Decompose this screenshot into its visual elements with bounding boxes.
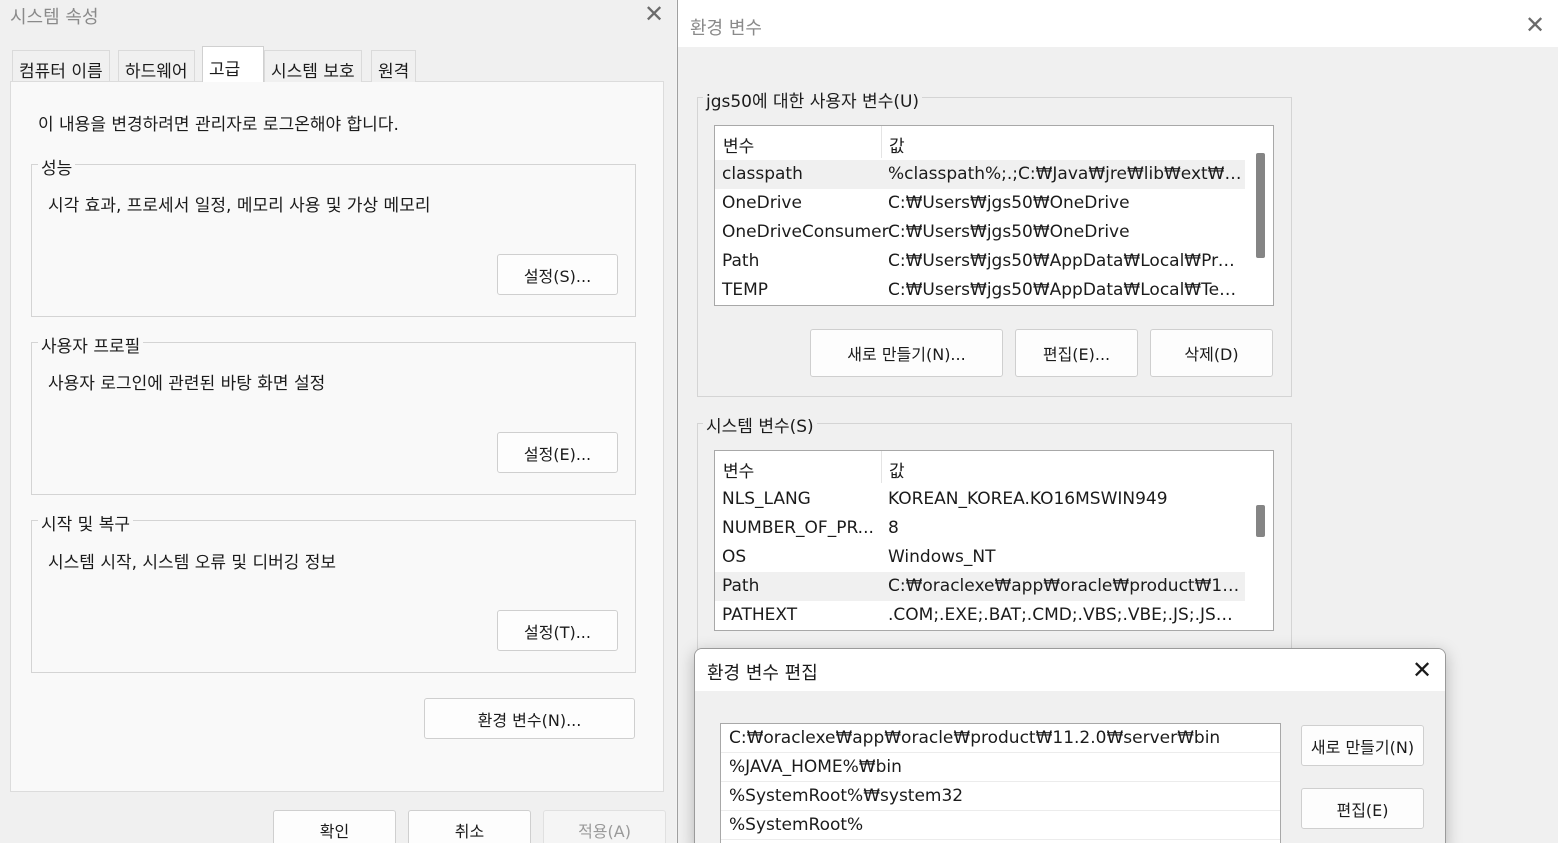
user-variables-legend: jgs50에 대한 사용자 변수(U)	[703, 87, 923, 112]
table-row[interactable]: TEMP C:₩Users₩jgs50₩AppData₩Local₩Temp	[715, 276, 1245, 305]
variable-name: Path	[722, 251, 760, 271]
performance-description: 시각 효과, 프로세서 일정, 메모리 사용 및 가상 메모리	[48, 196, 431, 216]
variable-value: 8	[888, 518, 899, 538]
vertical-scrollbar[interactable]	[1247, 451, 1273, 630]
tab-hardware[interactable]: 하드웨어	[118, 50, 195, 82]
column-header-variable[interactable]: 변수	[723, 132, 754, 157]
close-icon[interactable]: ✕	[1520, 10, 1550, 40]
user-variables-list[interactable]: 변수 값 classpath %classpath%;.;C:₩Java₩jre…	[714, 125, 1274, 306]
list-item[interactable]: %SystemRoot%	[721, 811, 1280, 840]
table-row[interactable]: PATHEXT .COM;.EXE;.BAT;.CMD;.VBS;.VBE;.J…	[715, 601, 1245, 630]
path-edit-button[interactable]: 편집(E)	[1301, 788, 1424, 829]
variable-name: NUMBER_OF_PR...	[722, 518, 874, 538]
list-item[interactable]: %JAVA_HOME%₩bin	[721, 753, 1280, 782]
variable-value: C:₩oraclexe₩app₩oracle₩product₩11.2....	[888, 576, 1242, 596]
path-list[interactable]: C:₩oraclexe₩app₩oracle₩product₩11.2.0₩se…	[720, 723, 1281, 843]
system-properties-window: 시스템 속성 ✕ 컴퓨터 이름 하드웨어 고급 시스템 보호 원격 이 내용을 …	[0, 0, 676, 843]
variable-value: C:₩Users₩jgs50₩AppData₩Local₩Temp	[888, 280, 1242, 300]
tab-advanced[interactable]: 고급	[202, 46, 264, 82]
list-header: 변수 값	[715, 126, 1273, 158]
user-edit-button[interactable]: 편집(E)...	[1015, 329, 1138, 377]
list-item[interactable]: %SystemRoot%₩system32	[721, 782, 1280, 811]
variable-name: OS	[722, 547, 747, 567]
variable-name: OneDriveConsumer	[722, 222, 889, 242]
close-icon[interactable]: ✕	[1407, 655, 1437, 685]
vertical-scrollbar[interactable]	[1247, 126, 1273, 305]
user-profiles-description: 사용자 로그인에 관련된 바탕 화면 설정	[48, 374, 326, 394]
performance-legend: 성능	[38, 154, 76, 179]
variable-name: classpath	[722, 164, 803, 184]
table-row[interactable]: Path C:₩oraclexe₩app₩oracle₩product₩11.2…	[715, 572, 1245, 601]
edit-environment-variable-dialog: 환경 변수 편집 ✕ C:₩oraclexe₩app₩oracle₩produc…	[694, 648, 1446, 843]
cancel-button[interactable]: 취소	[408, 810, 531, 843]
performance-settings-button[interactable]: 설정(S)...	[497, 254, 618, 295]
variable-value: C:₩Users₩jgs50₩AppData₩Local₩Progra...	[888, 251, 1242, 271]
variable-name: OneDrive	[722, 193, 802, 213]
variable-value: %classpath%;.;C:₩Java₩jre₩lib₩ext₩ojdb..…	[888, 164, 1242, 184]
startup-recovery-description: 시스템 시작, 시스템 오류 및 디버깅 정보	[48, 553, 337, 573]
variable-name: NLS_LANG	[722, 489, 811, 509]
table-row[interactable]: classpath %classpath%;.;C:₩Java₩jre₩lib₩…	[715, 160, 1245, 189]
table-row[interactable]: Path C:₩Users₩jgs50₩AppData₩Local₩Progra…	[715, 247, 1245, 276]
variable-value: Windows_NT	[888, 547, 996, 567]
user-delete-button[interactable]: 삭제(D)	[1150, 329, 1273, 377]
dialog-title: 환경 변수 편집	[707, 663, 818, 684]
environment-variables-button[interactable]: 환경 변수(N)...	[424, 698, 635, 739]
column-header-variable[interactable]: 변수	[723, 457, 754, 482]
user-new-button[interactable]: 새로 만들기(N)...	[810, 329, 1003, 377]
variable-value: KOREAN_KOREA.KO16MSWIN949	[888, 489, 1168, 509]
window-title: 환경 변수	[690, 18, 762, 39]
variable-name: PATHEXT	[722, 605, 798, 625]
user-profiles-legend: 사용자 프로필	[38, 332, 144, 357]
variable-name: TEMP	[722, 280, 769, 300]
table-row[interactable]: OneDrive C:₩Users₩jgs50₩OneDrive	[715, 189, 1245, 218]
tab-remote[interactable]: 원격	[371, 50, 417, 82]
system-variables-list[interactable]: 변수 값 NLS_LANG KOREAN_KOREA.KO16MSWIN949 …	[714, 450, 1274, 631]
path-new-button[interactable]: 새로 만들기(N)	[1301, 725, 1424, 766]
variable-value: .COM;.EXE;.BAT;.CMD;.VBS;.VBE;.JS;.JSE;.…	[888, 605, 1242, 625]
scrollbar-thumb[interactable]	[1256, 505, 1265, 537]
column-divider[interactable]	[881, 126, 882, 158]
tab-computer-name[interactable]: 컴퓨터 이름	[12, 50, 110, 82]
ok-button[interactable]: 확인	[273, 810, 396, 843]
admin-notice: 이 내용을 변경하려면 관리자로 로그온해야 합니다.	[38, 115, 399, 135]
title-bar	[678, 0, 1558, 47]
list-header: 변수 값	[715, 451, 1273, 483]
column-divider[interactable]	[881, 451, 882, 483]
system-variables-legend: 시스템 변수(S)	[703, 412, 817, 437]
table-row[interactable]: OneDriveConsumer C:₩Users₩jgs50₩OneDrive	[715, 218, 1245, 247]
close-icon[interactable]: ✕	[640, 0, 668, 28]
tab-system-protection[interactable]: 시스템 보호	[264, 50, 362, 82]
window-title: 시스템 속성	[10, 7, 99, 28]
scrollbar-thumb[interactable]	[1256, 153, 1265, 258]
variable-name: Path	[722, 576, 760, 596]
startup-recovery-settings-button[interactable]: 설정(T)...	[497, 610, 618, 651]
list-item[interactable]: C:₩oraclexe₩app₩oracle₩product₩11.2.0₩se…	[721, 724, 1280, 753]
variable-value: C:₩Users₩jgs50₩OneDrive	[888, 193, 1130, 213]
apply-button[interactable]: 적용(A)	[543, 810, 666, 843]
user-profiles-settings-button[interactable]: 설정(E)...	[497, 432, 618, 473]
startup-recovery-legend: 시작 및 복구	[38, 510, 134, 535]
column-header-value[interactable]: 값	[889, 132, 905, 157]
table-row[interactable]: NUMBER_OF_PR... 8	[715, 514, 1245, 543]
column-header-value[interactable]: 값	[889, 457, 905, 482]
table-row[interactable]: NLS_LANG KOREAN_KOREA.KO16MSWIN949	[715, 485, 1245, 514]
table-row[interactable]: OS Windows_NT	[715, 543, 1245, 572]
variable-value: C:₩Users₩jgs50₩OneDrive	[888, 222, 1130, 242]
